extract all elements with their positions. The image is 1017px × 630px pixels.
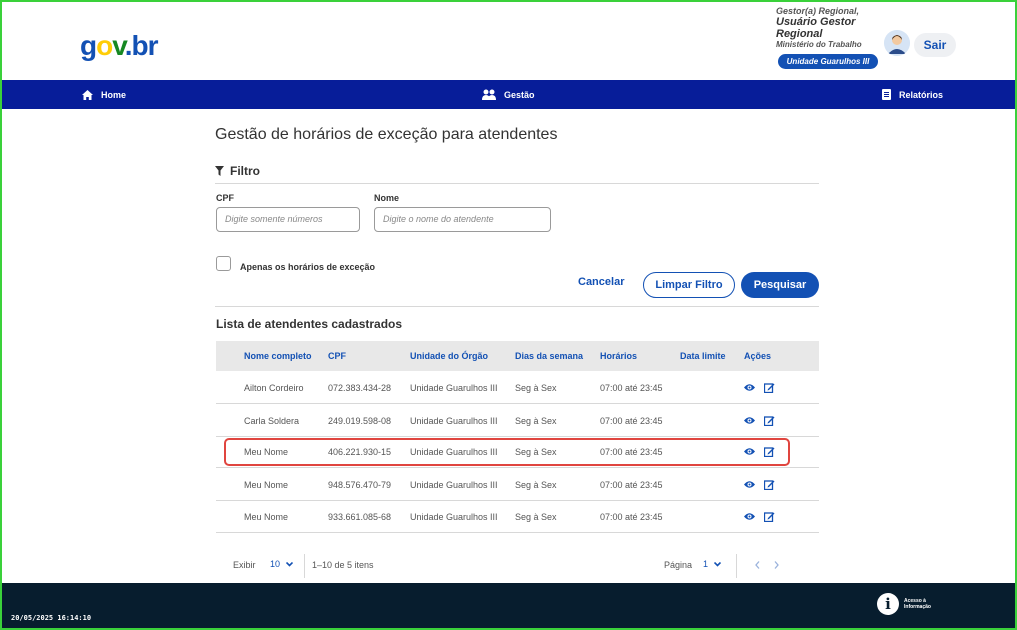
cpf-label: CPF [216, 193, 234, 203]
table-row: Meu Nome 948.576.470-79 Unidade Guarulho… [216, 469, 819, 501]
unit-badge[interactable]: Unidade Guarulhos III [778, 54, 878, 69]
divider [304, 554, 305, 578]
nav-relatorios[interactable]: Relatórios [882, 80, 943, 109]
divider [215, 183, 819, 184]
page-size-value: 10 [270, 559, 281, 569]
cell-unidade: Unidade Guarulhos III [410, 416, 498, 426]
filter-icon [215, 166, 224, 176]
table-row: Meu Nome 933.661.085-68 Unidade Guarulho… [216, 501, 819, 533]
page-title: Gestão de horários de exceção para atend… [215, 126, 558, 143]
col-horarios[interactable]: Horários [600, 341, 637, 371]
col-acoes: Ações [744, 351, 772, 361]
nav-gestao[interactable]: Gestão [482, 80, 535, 109]
clear-filter-button[interactable]: Limpar Filtro [643, 272, 735, 298]
exception-only-label: Apenas os horários de exceção [240, 262, 376, 272]
main-nav: Home Gestão Relatórios [2, 80, 1015, 109]
cell-unidade: Unidade Guarulhos III [410, 512, 498, 522]
user-name: Usuário Gestor Regional [776, 16, 856, 40]
edit-icon[interactable] [764, 511, 775, 522]
cell-cpf: 948.576.470-79 [328, 480, 392, 490]
chevron-right-icon[interactable] [774, 561, 779, 569]
cpf-input[interactable]: Digite somente números [216, 207, 360, 232]
footer: 20/05/2025 16:14:10 i Acesso à Informaçã… [2, 583, 1015, 628]
divider [736, 554, 737, 578]
home-icon [82, 89, 93, 100]
cell-dias: Seg à Sex [515, 480, 557, 490]
filter-heading: Filtro [215, 164, 260, 178]
nav-gestao-label: Gestão [504, 89, 535, 100]
col-cpf[interactable]: CPF [328, 341, 346, 371]
info-icon: i [877, 593, 899, 615]
user-info: Gestor(a) Regional, Usuário Gestor Regio… [776, 6, 884, 49]
view-icon[interactable] [744, 480, 755, 489]
edit-icon[interactable] [764, 479, 775, 490]
logout-button[interactable]: Sair [914, 33, 956, 57]
filter-title: Filtro [230, 164, 260, 178]
table-header: Nome completo CPF Unidade do Órgão Dias … [216, 341, 819, 371]
page-size-select[interactable]: 10 [270, 559, 294, 569]
view-icon[interactable] [744, 416, 755, 425]
cell-nome: Carla Soldera [244, 416, 300, 426]
range-text: 1–10 de 5 itens [312, 560, 374, 570]
view-icon[interactable] [744, 383, 755, 392]
user-avatar-icon [884, 30, 910, 56]
cell-unidade: Unidade Guarulhos III [410, 383, 498, 393]
page-value: 1 [703, 559, 709, 569]
cell-cpf: 933.661.085-68 [328, 512, 392, 522]
divider [215, 306, 819, 307]
user-ministry: Ministério do Trabalho [776, 40, 862, 49]
cell-dias: Seg à Sex [515, 416, 557, 426]
cell-horarios: 07:00 até 23:45 [600, 480, 663, 490]
table-row: Carla Soldera 249.019.598-08 Unidade Gua… [216, 405, 819, 437]
page-select[interactable]: 1 [703, 559, 722, 569]
page-size-label: Exibir [233, 560, 256, 570]
cell-horarios: 07:00 até 23:45 [600, 383, 663, 393]
nav-home[interactable]: Home [82, 80, 126, 109]
row-highlight [224, 438, 790, 466]
search-button[interactable]: Pesquisar [741, 272, 819, 298]
cell-horarios: 07:00 até 23:45 [600, 512, 663, 522]
col-data-limite[interactable]: Data limite [680, 341, 726, 371]
cell-dias: Seg à Sex [515, 383, 557, 393]
chevron-down-icon [286, 561, 294, 567]
chevron-left-icon[interactable] [755, 561, 760, 569]
col-unidade[interactable]: Unidade do Órgão [410, 341, 488, 371]
col-dias[interactable]: Dias da semana [515, 341, 583, 371]
edit-icon[interactable] [764, 415, 775, 426]
page-label: Página [664, 560, 693, 570]
nome-input[interactable]: Digite o nome do atendente [374, 207, 551, 232]
nav-home-label: Home [101, 89, 127, 100]
avatar[interactable] [884, 30, 910, 56]
acesso-informacao-link[interactable]: i Acesso à Informação [877, 593, 934, 615]
view-icon[interactable] [744, 512, 755, 521]
edit-icon[interactable] [764, 382, 775, 393]
govbr-logo[interactable]: gov.br [80, 30, 159, 62]
cell-horarios: 07:00 até 23:45 [600, 416, 663, 426]
nav-relatorios-label: Relatórios [899, 89, 944, 100]
list-title: Lista de atendentes cadastrados [216, 317, 403, 331]
table-row: Ailton Cordeiro 072.383.434-28 Unidade G… [216, 372, 819, 404]
user-role: Gestor(a) Regional, [776, 6, 860, 16]
cell-dias: Seg à Sex [515, 512, 557, 522]
users-icon [482, 89, 496, 100]
cell-nome: Meu Nome [244, 480, 289, 490]
cell-cpf: 249.019.598-08 [328, 416, 392, 426]
cancel-button[interactable]: Cancelar [578, 276, 624, 288]
exception-only-checkbox[interactable] [216, 256, 231, 271]
cell-unidade: Unidade Guarulhos III [410, 480, 498, 490]
cell-nome: Ailton Cordeiro [244, 383, 304, 393]
chevron-down-icon [714, 561, 722, 567]
nome-label: Nome [374, 193, 400, 203]
pagination: Exibir 10 1–10 de 5 itens Página 1 [216, 554, 819, 578]
document-icon [882, 89, 891, 100]
acesso-informacao-label: Acesso à Informação [904, 598, 931, 610]
cell-cpf: 072.383.434-28 [328, 383, 392, 393]
col-nome[interactable]: Nome completo [244, 341, 312, 371]
cell-nome: Meu Nome [244, 512, 289, 522]
timestamp: 20/05/2025 16:14:10 [11, 614, 92, 622]
